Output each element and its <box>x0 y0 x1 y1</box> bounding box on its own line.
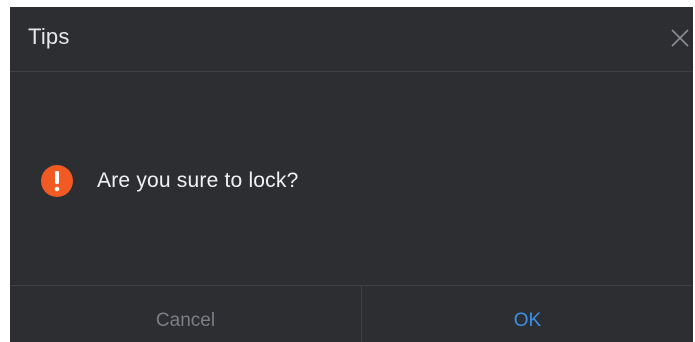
warning-icon <box>40 164 74 198</box>
dialog-header: Tips <box>10 7 693 72</box>
screen: Tips Are you sure to lock? Cancel OK <box>0 0 695 342</box>
dialog-footer: Cancel OK <box>10 285 693 342</box>
dialog-body: Are you sure to lock? <box>40 163 298 199</box>
cancel-button[interactable]: Cancel <box>10 286 362 342</box>
ok-button[interactable]: OK <box>362 286 693 342</box>
lock-confirm-dialog: Tips Are you sure to lock? Cancel OK <box>10 7 693 342</box>
dialog-message: Are you sure to lock? <box>97 169 299 192</box>
close-icon[interactable] <box>669 27 691 49</box>
dialog-title: Tips <box>28 24 70 49</box>
